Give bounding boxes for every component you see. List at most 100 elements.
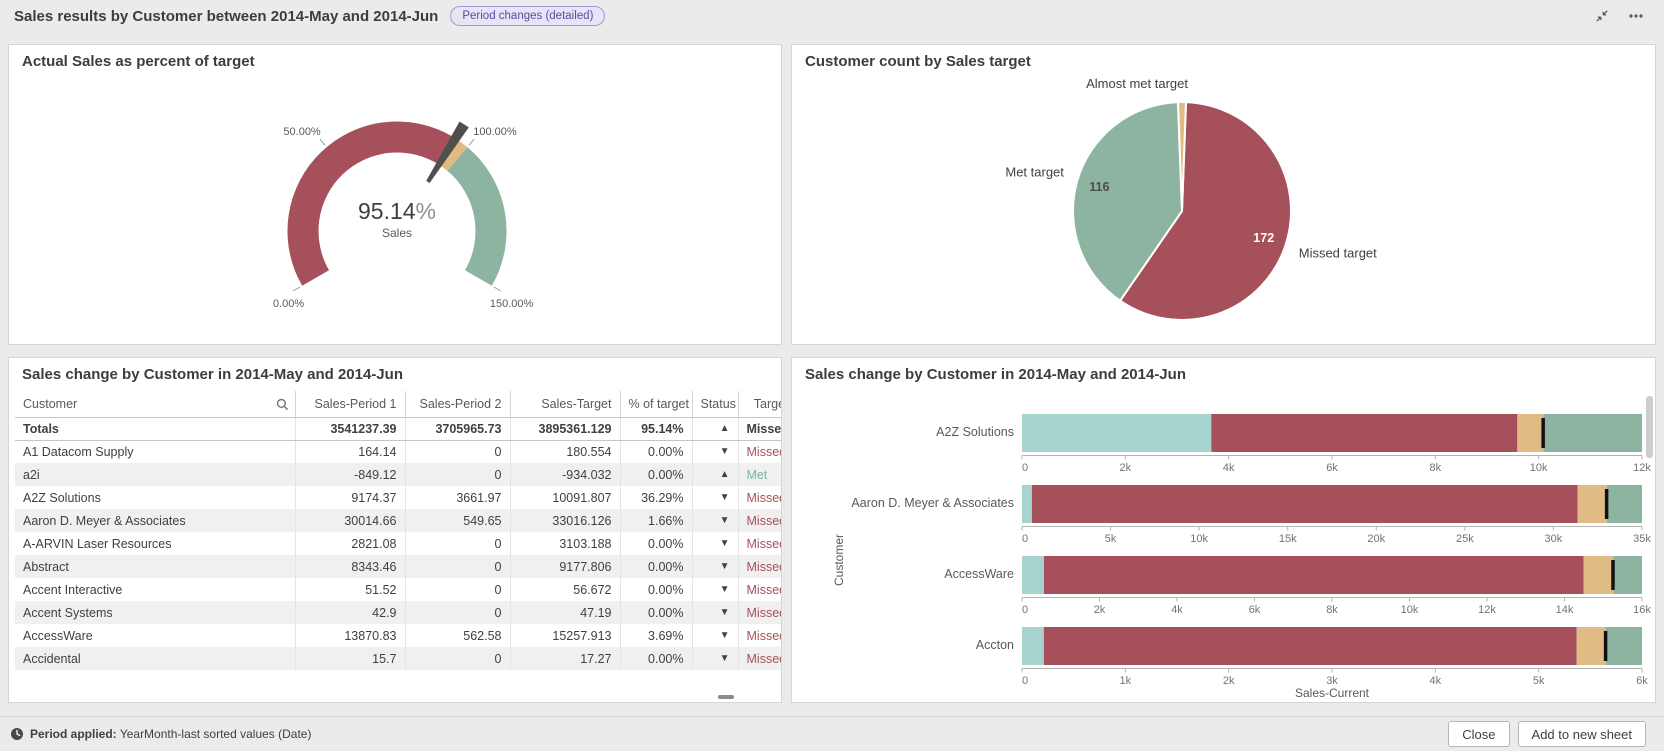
sales-target-cell: 56.672 [510,578,620,601]
sales-target-cell: 47.19 [510,601,620,624]
period-applied-prefix: Period applied: [30,727,117,741]
bullet-bar-accton[interactable]: 01k2k3k4k5k6k [1022,627,1646,693]
vertical-scrollbar-thumb[interactable] [1646,396,1653,458]
target-marker [1541,418,1545,448]
x-axis-tick-label: 14k [1556,604,1574,616]
target-result-cell: Met [738,463,781,486]
x-axis-tick-label: 30k [1545,533,1563,545]
target-result-cell: Missed [738,601,781,624]
customer-cell[interactable]: AccessWare [15,624,295,647]
sales-period1-cell: 30014.66 [295,509,405,532]
x-axis-tick-label: 8k [1430,462,1442,474]
sales-period2-cell: 562.58 [405,624,510,647]
gauge-value: 95.14% [358,198,436,224]
customer-cell[interactable]: Accidental [15,647,295,670]
sales-target-cell: 10091.807 [510,486,620,509]
sales-period1-cell: 2821.08 [295,532,405,555]
customer-cell[interactable]: a2i [15,463,295,486]
bullet-bar-a2z-solutions[interactable]: 02k4k6k8k10k12k [1022,414,1646,480]
gauge-tick-label: 150.00% [490,298,534,310]
measure-bar [1022,485,1032,523]
customer-cell[interactable]: A2Z Solutions [15,486,295,509]
gauge-tick-label: 100.00% [473,126,517,138]
bullet-bar-label: Aaron D. Meyer & Associates [792,496,1014,510]
sales-period1-cell: -849.12 [295,463,405,486]
bullet-bar-aaron-d-meyer-associates[interactable]: 05k10k15k20k25k30k35k [1022,485,1646,551]
pct-of-target-cell: 36.29% [620,486,692,509]
sales-period2-cell: 549.65 [405,509,510,532]
sales-target-cell: 3103.188 [510,532,620,555]
status-cell: ▼ [692,601,738,624]
measure-bar [1022,627,1044,665]
close-button[interactable]: Close [1448,721,1509,747]
sales-table: CustomerSales-Period 1Sales-Period 2Sale… [15,391,781,670]
horizontal-scrollbar-thumb[interactable] [718,695,734,699]
column-header-target[interactable]: Target [738,391,781,417]
gauge-measure-label: Sales [382,226,412,240]
x-axis-tick-label: 6k [1326,462,1338,474]
column-header--of-target[interactable]: % of target [620,391,692,417]
pct-of-target-cell: 0.00% [620,532,692,555]
pie-chart[interactable]: 172Missed target116Met targetAlmost met … [792,45,1655,344]
customer-cell[interactable]: Accent Systems [15,601,295,624]
status-cell: ▼ [692,440,738,463]
column-header-status[interactable]: Status [692,391,738,417]
column-header-sales-period-2[interactable]: Sales-Period 2 [405,391,510,417]
bullet-bar-label: Accton [792,638,1014,652]
range-almost-met [1577,627,1606,665]
gauge-segment-green [457,159,491,278]
table-row: Abstract8343.4609177.8060.00%▼Missed [15,555,781,578]
range-missed [1044,627,1577,665]
x-axis-tick-label: 20k [1367,533,1385,545]
table-row: a2i-849.120-934.0320.00%▲Met [15,463,781,486]
target-result-cell: Missed [738,578,781,601]
pct-of-target-cell: 0.00% [620,555,692,578]
sales-target-cell: 3895361.129 [510,417,620,440]
status-cell: ▼ [692,555,738,578]
search-icon[interactable] [276,398,289,411]
column-header-sales-period-1[interactable]: Sales-Period 1 [295,391,405,417]
sales-period2-cell: 0 [405,440,510,463]
customer-cell[interactable]: Aaron D. Meyer & Associates [15,509,295,532]
x-axis-tick-label: 0 [1022,462,1028,474]
customer-cell[interactable]: A1 Datacom Supply [15,440,295,463]
x-axis-tick-label: 5k [1105,533,1117,545]
x-axis-tick-label: 35k [1633,533,1651,545]
bullet-x-axis-label: Sales-Current [1022,686,1642,700]
table-row: Aaron D. Meyer & Associates30014.66549.6… [15,509,781,532]
sales-period2-cell: 0 [405,578,510,601]
pie-slice-label: Missed target [1299,246,1377,261]
bullet-chart-panel: Sales change by Customer in 2014-May and… [791,357,1656,703]
bullet-bar-accessware[interactable]: 02k4k6k8k10k12k14k16k [1022,556,1646,622]
status-cell: ▼ [692,647,738,670]
pct-of-target-cell: 0.00% [620,647,692,670]
collapse-icon[interactable] [1594,8,1610,24]
status-cell: ▼ [692,624,738,647]
customer-cell[interactable]: Accent Interactive [15,578,295,601]
column-header-customer[interactable]: Customer [15,391,295,417]
sales-target-cell: 180.554 [510,440,620,463]
sales-period2-cell: 0 [405,647,510,670]
gauge-chart[interactable]: 0.00% 50.00% 100.00% 150.00% 95.14% Sales [9,45,781,344]
bullet-bar-label: A2Z Solutions [792,425,1014,439]
pie-slice-label: Almost met target [1086,76,1188,91]
x-axis-tick-label: 2k [1120,462,1132,474]
customer-cell[interactable]: Abstract [15,555,295,578]
table-row: Accent Systems42.9047.190.00%▼Missed [15,601,781,624]
range-almost-met [1578,485,1607,523]
customer-cell[interactable]: A-ARVIN Laser Resources [15,532,295,555]
target-result-cell: Missed [738,647,781,670]
customer-cell[interactable]: Totals [15,417,295,440]
table-row: A-ARVIN Laser Resources2821.0803103.1880… [15,532,781,555]
range-missed [1032,485,1578,523]
column-header-sales-target[interactable]: Sales-Target [510,391,620,417]
gauge-tick-label: 50.00% [283,126,321,138]
sales-period1-cell: 42.9 [295,601,405,624]
add-to-new-sheet-button[interactable]: Add to new sheet [1518,721,1646,747]
table-row: Accent Interactive51.52056.6720.00%▼Miss… [15,578,781,601]
x-axis-tick-label: 16k [1633,604,1651,616]
more-menu-icon[interactable] [1628,8,1644,24]
target-result-cell: Missed [738,417,781,440]
gauge-tick-label: 0.00% [273,298,304,310]
x-axis-tick-label: 10k [1401,604,1419,616]
